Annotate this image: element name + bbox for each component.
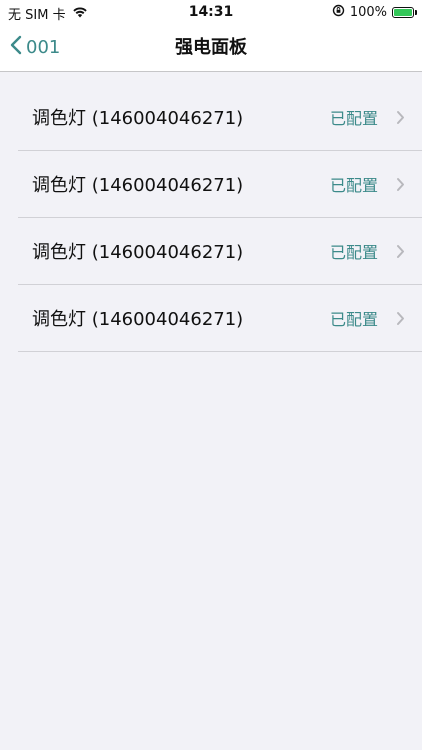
list-item-title: 调色灯 (146004046271) [32,309,244,330]
list-item-status: 已配置 [329,109,378,128]
list-item-status: 已配置 [329,176,378,195]
orientation-lock-icon [332,4,345,21]
list-item-title: 调色灯 (146004046271) [32,108,244,129]
device-list: 调色灯 (146004046271) 已配置 调色灯 (146004046271… [18,84,422,352]
status-bar: 无 SIM 卡 14:31 100% [0,0,422,24]
list-item[interactable]: 调色灯 (146004046271) 已配置 [18,285,422,352]
list-item-status: 已配置 [329,310,378,329]
chevron-right-icon [390,177,410,192]
status-right: 100% [332,4,417,21]
battery-charging-icon [392,7,417,18]
chevron-right-icon [390,110,410,125]
navigation-bar: 001 强电面板 [0,24,422,72]
list-item-title: 调色灯 (146004046271) [32,175,244,196]
list-item[interactable]: 调色灯 (146004046271) 已配置 [18,218,422,285]
list-item-status: 已配置 [329,243,378,262]
list-item[interactable]: 调色灯 (146004046271) 已配置 [18,151,422,218]
list-item[interactable]: 调色灯 (146004046271) 已配置 [18,84,422,151]
page-title: 强电面板 [175,37,247,58]
chevron-right-icon [390,311,410,326]
list-item-title: 调色灯 (146004046271) [32,242,244,263]
chevron-right-icon [390,244,410,259]
battery-percent: 100% [349,5,387,20]
